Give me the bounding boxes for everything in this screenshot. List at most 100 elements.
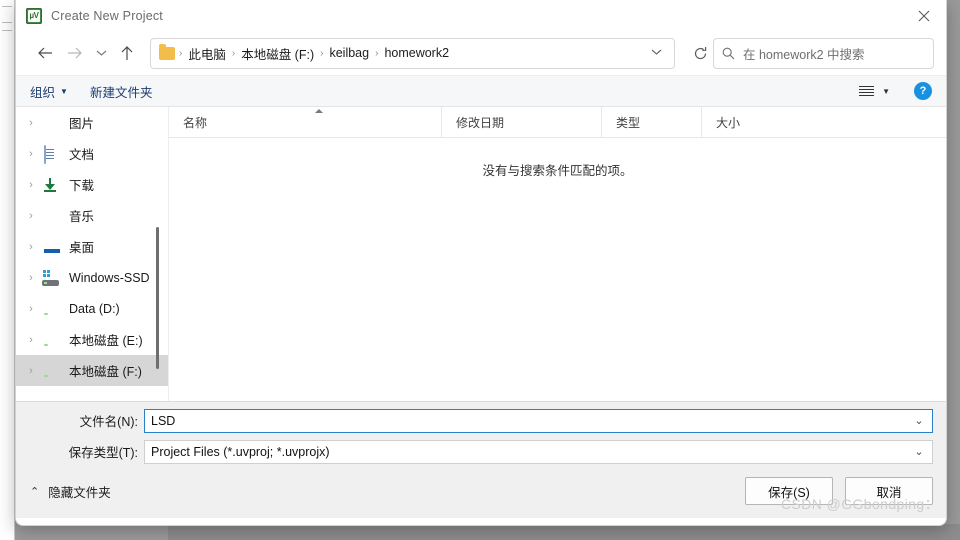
column-label: 大小: [716, 115, 741, 130]
sidebar-item-label: 文档: [69, 148, 95, 162]
organize-label: 组织: [30, 85, 56, 100]
drive-icon: [42, 301, 62, 317]
chevron-down-icon[interactable]: ⌄: [906, 414, 932, 427]
background-window-edge: [0, 0, 15, 540]
column-header-type[interactable]: 类型: [601, 107, 701, 137]
column-label: 类型: [616, 115, 641, 130]
expander-icon[interactable]: ›: [20, 272, 42, 284]
expander-icon[interactable]: ›: [20, 365, 42, 377]
sidebar-scrollbar[interactable]: [156, 227, 159, 369]
sidebar-item-label: 桌面: [69, 241, 95, 255]
sidebar-item-windows-ssd[interactable]: › Windows-SSD: [16, 262, 168, 293]
expander-icon[interactable]: ›: [20, 334, 42, 346]
title-bar: µV Create New Project: [16, 0, 946, 31]
column-header-size[interactable]: 大小: [701, 107, 791, 137]
command-bar-right: ▼ ?: [859, 82, 932, 100]
search-input[interactable]: 在 homework2 中搜索: [713, 37, 934, 69]
help-icon[interactable]: ?: [914, 82, 932, 100]
sidebar-item-local-disk-e[interactable]: › 本地磁盘 (E:): [16, 324, 168, 355]
view-chevron-down-icon[interactable]: ▼: [882, 87, 890, 96]
up-button[interactable]: [112, 38, 142, 68]
action-row: ⌃ 隐藏文件夹 保存(S) 取消: [16, 464, 946, 518]
sort-ascending-icon: [315, 109, 323, 113]
filetype-value: Project Files (*.uvproj; *.uvprojx): [151, 444, 330, 459]
pictures-icon: [42, 115, 62, 131]
new-folder-button[interactable]: 新建文件夹: [90, 82, 153, 101]
chevron-down-icon[interactable]: ⌄: [906, 445, 932, 458]
background-window-strip: [168, 524, 960, 540]
filename-value: LSD: [151, 413, 176, 428]
sidebar-item-label: 本地磁盘 (E:): [69, 334, 143, 348]
window-title: Create New Project: [51, 8, 163, 23]
close-icon[interactable]: [902, 0, 946, 31]
documents-icon: [42, 144, 62, 164]
filename-field[interactable]: LSD ⌄: [144, 408, 933, 433]
sidebar-item-data-d[interactable]: › Data (D:): [16, 293, 168, 324]
windows-drive-icon: [42, 269, 62, 286]
dialog-buttons: 保存(S) 取消: [733, 477, 933, 505]
filename-label: 文件名(N):: [79, 415, 138, 429]
expander-icon[interactable]: ›: [20, 210, 42, 222]
refresh-icon[interactable]: [687, 40, 713, 66]
back-button[interactable]: [30, 38, 60, 68]
forward-button[interactable]: [60, 38, 90, 68]
filetype-select[interactable]: Project Files (*.uvproj; *.uvprojx) ⌄: [144, 439, 933, 464]
cancel-button[interactable]: 取消: [845, 477, 933, 505]
dialog-body: › 图片 › 文档 › 下载 › 音乐 › 桌面 › Windows-SSD ›…: [16, 107, 946, 401]
column-headers: 名称 修改日期 类型 大小: [169, 107, 946, 138]
organize-button[interactable]: 组织 ▼: [30, 82, 68, 101]
downloads-icon: [42, 177, 62, 193]
column-label: 名称: [183, 115, 208, 130]
save-button[interactable]: 保存(S): [745, 477, 833, 505]
command-bar: 组织 ▼ 新建文件夹 ▼ ?: [16, 75, 946, 107]
expander-icon[interactable]: ›: [20, 303, 42, 315]
expander-icon[interactable]: ›: [20, 117, 42, 129]
sidebar-item-label: 图片: [69, 117, 95, 131]
column-label: 修改日期: [456, 115, 505, 130]
breadcrumb-item-0[interactable]: 此电脑: [183, 44, 231, 63]
expander-icon[interactable]: ›: [20, 179, 42, 191]
breadcrumb-item-1[interactable]: 本地磁盘 (F:): [236, 44, 319, 63]
drive-icon: [42, 332, 62, 348]
save-file-dialog: µV Create New Project › 此电脑 › 本地磁盘 (F:) …: [15, 0, 947, 526]
breadcrumb-item-2[interactable]: keilbag: [324, 46, 374, 60]
sidebar-item-music[interactable]: › 音乐: [16, 200, 168, 231]
filename-row: 文件名(N): LSD ⌄: [16, 408, 946, 433]
dialog-footer: 文件名(N): LSD ⌄ 保存类型(T): Project Files (*.…: [16, 401, 946, 518]
column-header-name[interactable]: 名称: [169, 107, 441, 137]
sidebar-item-pictures[interactable]: › 图片: [16, 107, 168, 138]
sidebar-item-label: 下载: [69, 179, 95, 193]
file-list-pane: 名称 修改日期 类型 大小 没有与搜索条件匹配的项。: [169, 107, 946, 401]
recent-locations-chevron-down-icon[interactable]: [90, 38, 112, 68]
navigation-bar: › 此电脑 › 本地磁盘 (F:) › keilbag › homework2 …: [16, 31, 946, 75]
sidebar-item-label: Data (D:): [69, 301, 120, 316]
sidebar-item-local-disk-f[interactable]: › 本地磁盘 (F:): [16, 355, 168, 386]
column-header-date-modified[interactable]: 修改日期: [441, 107, 601, 137]
sidebar-item-documents[interactable]: › 文档: [16, 138, 168, 169]
breadcrumb-item-3[interactable]: homework2: [379, 46, 454, 60]
sidebar-item-label: 音乐: [69, 210, 95, 224]
filetype-row: 保存类型(T): Project Files (*.uvproj; *.uvpr…: [16, 439, 946, 464]
sidebar-item-label: Windows-SSD: [69, 270, 150, 285]
filetype-label: 保存类型(T):: [68, 446, 138, 460]
new-folder-label: 新建文件夹: [89, 85, 153, 100]
chevron-down-icon: ▼: [60, 86, 68, 96]
breadcrumb[interactable]: › 此电脑 › 本地磁盘 (F:) › keilbag › homework2: [150, 37, 675, 69]
sidebar-item-downloads[interactable]: › 下载: [16, 169, 168, 200]
keil-uvision-icon: µV: [26, 7, 42, 24]
expander-icon[interactable]: ›: [20, 148, 42, 160]
drive-icon: [42, 363, 62, 379]
desktop-icon: [42, 239, 62, 255]
expander-icon[interactable]: ›: [20, 241, 42, 253]
chevron-up-icon: ⌃: [30, 485, 40, 498]
breadcrumb-chevron-down-icon[interactable]: [643, 47, 670, 59]
search-placeholder: 在 homework2 中搜索: [743, 47, 865, 62]
view-list-icon[interactable]: [859, 85, 875, 97]
empty-list-message: 没有与搜索条件匹配的项。: [482, 164, 633, 178]
search-icon: [722, 47, 735, 59]
navigation-pane: › 图片 › 文档 › 下载 › 音乐 › 桌面 › Windows-SSD ›…: [16, 107, 169, 401]
music-icon: [42, 208, 62, 224]
hide-folders-button[interactable]: ⌃ 隐藏文件夹: [30, 482, 111, 501]
hide-folders-label: 隐藏文件夹: [48, 485, 111, 500]
sidebar-item-desktop[interactable]: › 桌面: [16, 231, 168, 262]
